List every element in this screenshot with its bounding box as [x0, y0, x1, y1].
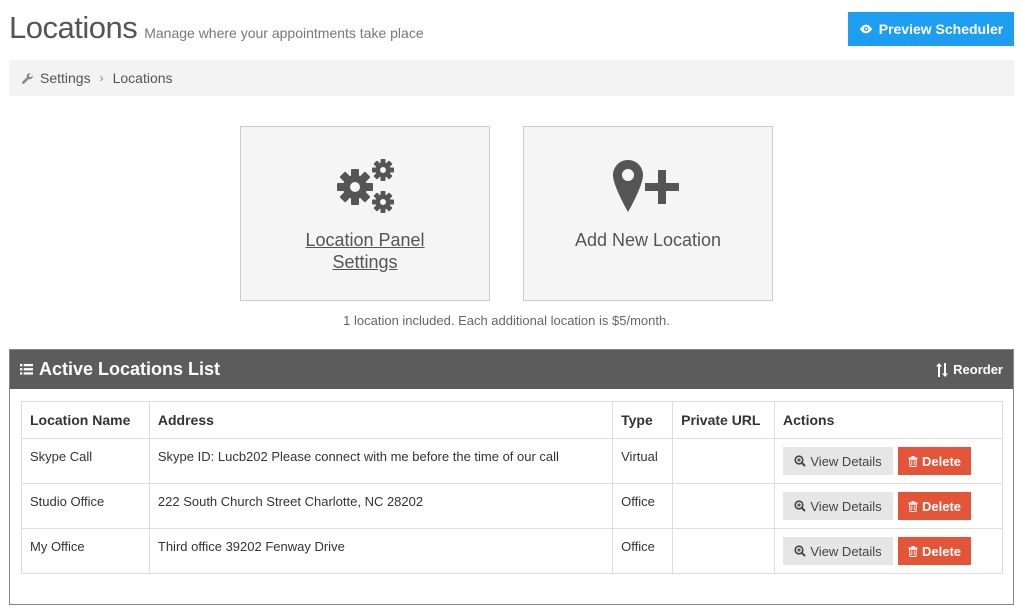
view-details-button[interactable]: View Details	[783, 447, 894, 475]
page-title: Locations	[9, 10, 138, 45]
column-header-location-name: Location Name	[21, 401, 150, 439]
location-panel-settings-card[interactable]: Location Panel Settings	[240, 126, 490, 301]
preview-scheduler-button[interactable]: Preview Scheduler	[848, 12, 1014, 46]
table-row: My Office Third office 39202 Fenway Driv…	[21, 528, 1003, 574]
pricing-note: 1 location included. Each additional loc…	[343, 313, 670, 328]
page-subtitle: Manage where your appointments take plac…	[144, 25, 424, 41]
location-name: Studio Office	[21, 483, 150, 529]
table-row: Skype Call Skype ID: Lucb202 Please conn…	[21, 438, 1003, 484]
view-details-button[interactable]: View Details	[783, 492, 894, 520]
column-header-address: Address	[148, 401, 614, 439]
location-address: Skype ID: Lucb202 Please connect with me…	[148, 438, 614, 484]
table-row: Studio Office 222 South Church Street Ch…	[21, 483, 1003, 529]
add-new-location-card[interactable]: Add New Location	[523, 126, 773, 301]
wrench-icon	[22, 72, 33, 84]
location-address: 222 South Church Street Charlotte, NC 28…	[148, 483, 614, 529]
column-header-private-url: Private URL	[672, 401, 776, 439]
delete-button[interactable]: Delete	[898, 537, 972, 565]
delete-button[interactable]: Delete	[898, 492, 972, 520]
zoom-in-icon	[794, 545, 807, 557]
add-new-location-label: Add New Location	[574, 230, 722, 250]
view-details-label: View Details	[810, 453, 882, 469]
list-icon	[20, 363, 33, 375]
trash-icon	[908, 455, 918, 467]
breadcrumb-current: Locations	[112, 70, 173, 86]
row-actions: View Details Delete	[774, 438, 1003, 484]
delete-label: Delete	[922, 498, 962, 514]
eye-icon	[859, 24, 872, 34]
location-private-url	[672, 483, 776, 529]
location-address: Third office 39202 Fenway Drive	[148, 528, 614, 574]
zoom-in-icon	[794, 455, 807, 467]
table-header-row: Location Name Address Type Private URL A…	[21, 401, 1003, 439]
delete-label: Delete	[922, 453, 962, 469]
reorder-label: Reorder	[953, 362, 1003, 377]
zoom-in-icon	[794, 500, 807, 512]
sort-arrows-icon	[936, 362, 949, 377]
location-private-url	[672, 528, 776, 574]
delete-button[interactable]: Delete	[898, 447, 972, 475]
preview-scheduler-label: Preview Scheduler	[878, 21, 1004, 37]
location-private-url	[672, 438, 776, 484]
gears-icon	[337, 159, 394, 213]
row-actions: View Details Delete	[774, 483, 1003, 529]
breadcrumb: Settings › Locations	[9, 60, 1014, 96]
map-pin-plus-icon	[613, 160, 679, 212]
column-header-type: Type	[612, 401, 674, 439]
breadcrumb-settings[interactable]: Settings	[40, 70, 91, 86]
trash-icon	[908, 545, 918, 557]
trash-icon	[908, 500, 918, 512]
page-title-group: Locations Manage where your appointments…	[9, 10, 424, 46]
column-header-actions: Actions	[774, 401, 1003, 439]
reorder-button[interactable]: Reorder	[936, 362, 1003, 377]
view-details-label: View Details	[810, 543, 882, 559]
location-panel-settings-label: Location Panel Settings	[305, 230, 425, 272]
breadcrumb-chevron-icon: ›	[99, 71, 104, 85]
location-type: Virtual	[612, 438, 674, 484]
active-locations-header: Active Locations List Reorder	[10, 350, 1013, 389]
location-type: Office	[612, 528, 674, 574]
view-details-button[interactable]: View Details	[783, 537, 894, 565]
location-name: My Office	[21, 528, 150, 574]
active-locations-panel: Active Locations List Reorder Location N…	[9, 349, 1014, 605]
delete-label: Delete	[922, 543, 962, 559]
active-locations-title: Active Locations List	[39, 359, 221, 379]
location-name: Skype Call	[21, 438, 150, 484]
locations-table: Location Name Address Type Private URL A…	[21, 401, 1003, 574]
view-details-label: View Details	[810, 498, 882, 514]
row-actions: View Details Delete	[774, 528, 1003, 574]
location-type: Office	[612, 483, 674, 529]
